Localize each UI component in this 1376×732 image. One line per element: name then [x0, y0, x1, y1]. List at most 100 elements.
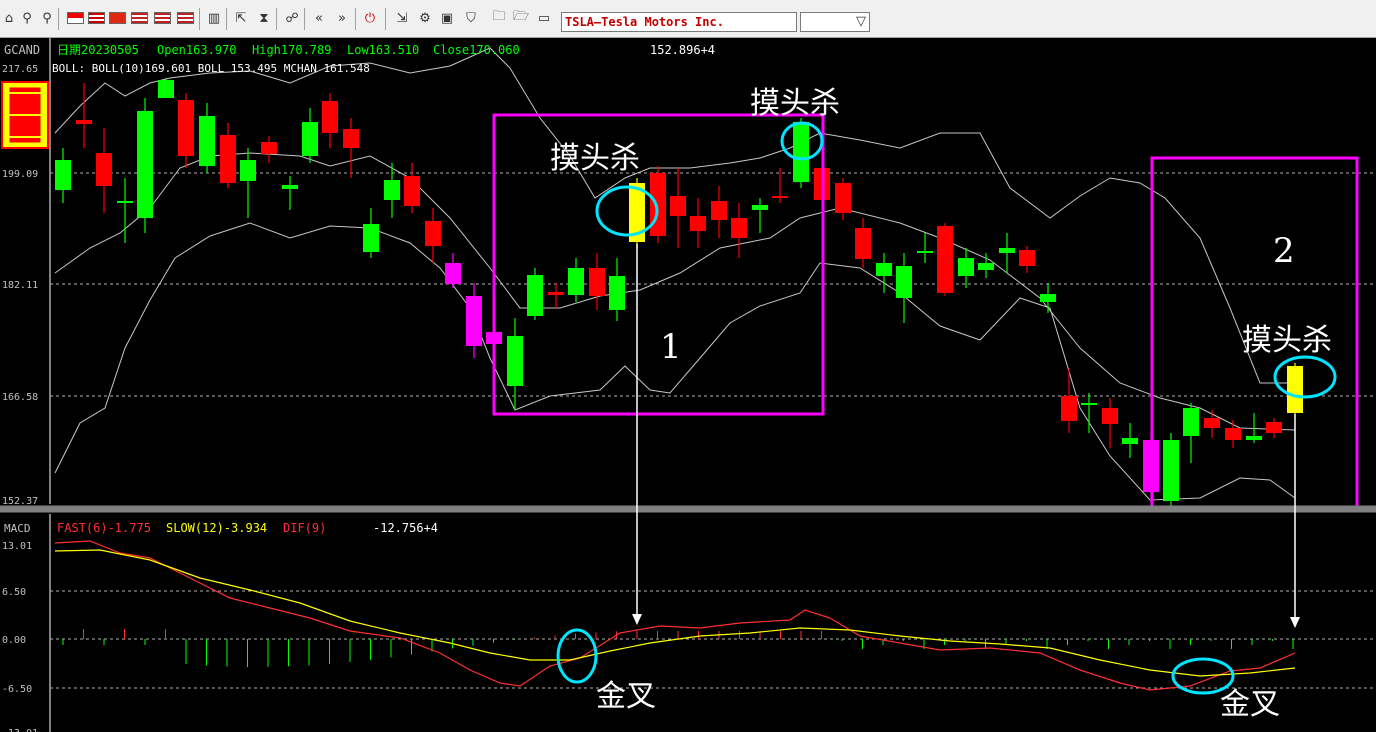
chart-area[interactable]: 217.65 199.09 182.11 166.58 152.37 GCAND 日期2… — [0, 38, 1376, 732]
zoom-out-icon[interactable]: ⚲ — [38, 9, 56, 27]
folder-icon[interactable]: 🗀 — [490, 9, 508, 27]
annotation-box-1 — [492, 113, 825, 416]
candle-body — [1019, 250, 1035, 266]
candle-body — [1266, 422, 1282, 433]
candle-body — [548, 292, 564, 295]
candle-body — [158, 80, 174, 98]
box-1-label: 1 — [660, 327, 682, 367]
hourglass-icon[interactable]: ⧗ — [255, 9, 273, 27]
power-icon[interactable]: ⏻ — [361, 9, 379, 27]
candle-body — [1183, 408, 1199, 436]
touch-kill-label: 摸头杀 — [550, 141, 640, 176]
candle-body — [1204, 418, 1220, 428]
connector-arrows — [632, 244, 1300, 628]
frame-icon[interactable]: ▣ — [438, 9, 456, 27]
tree-icon[interactable]: ☍ — [283, 9, 301, 27]
touch-kill-label: 摸头杀 — [750, 86, 840, 121]
settings-icon[interactable]: ⚙ — [416, 9, 434, 27]
arrow-down-icon — [632, 614, 642, 625]
monitor-icon[interactable]: ▭ — [535, 9, 553, 27]
candle-body — [896, 266, 912, 298]
dif-readout: DIF(9) — [283, 521, 326, 535]
high-readout: High170.789 — [252, 43, 331, 57]
cursor-icon[interactable]: ⇲ — [393, 9, 411, 27]
fast-line — [54, 540, 1296, 691]
candle-body — [282, 185, 298, 189]
candles — [55, 78, 1303, 508]
candle-body — [650, 173, 666, 236]
candle-body — [752, 205, 768, 210]
y-tick-label: 6.50 — [2, 587, 26, 598]
y-tick-label: 182.11 — [2, 280, 38, 291]
bar-chart-icon[interactable]: ▥ — [205, 9, 223, 27]
candle-body — [1287, 366, 1303, 413]
candle-body — [302, 122, 318, 156]
y-tick-label: 152.37 — [2, 496, 38, 507]
step-back-icon[interactable]: « — [310, 9, 328, 27]
toolbar: ⌂ ⚲ ⚲ ▥ ⇱ ⧗ ☍ « » ⏻ ⇲ ⚙ ▣ ⛉ 🗀 🗁 ▭ TSLA—T… — [0, 0, 1376, 38]
candle-body — [1225, 428, 1241, 440]
step-forward-icon[interactable]: » — [333, 9, 351, 27]
y-tick-label: 199.09 — [2, 169, 38, 180]
candle-body — [425, 221, 441, 246]
candle-body — [690, 216, 706, 231]
box-2-label: 2 — [1273, 231, 1295, 271]
candle-body — [96, 153, 112, 186]
flag-us-icon[interactable] — [177, 12, 194, 24]
candle-body — [670, 196, 686, 216]
y-tick-label: -13.01 — [2, 728, 38, 732]
candle-body — [466, 296, 482, 346]
date-readout: 日期20230505 — [57, 43, 139, 57]
y-tick-label: 217.65 — [2, 64, 38, 75]
cursor-readout: 152.896+4 — [650, 43, 715, 57]
home-icon[interactable]: ⌂ — [0, 9, 18, 27]
candle-body — [220, 135, 236, 183]
candle-body — [445, 263, 461, 284]
flag-us-icon[interactable] — [154, 12, 171, 24]
middle-band — [54, 152, 1296, 431]
candle-body — [1040, 294, 1056, 302]
symbol-input[interactable]: TSLA—Tesla Motors Inc. — [561, 12, 797, 32]
y-tick-label: 13.01 — [2, 541, 32, 552]
flag-us-icon[interactable] — [131, 12, 148, 24]
candle-body — [835, 183, 851, 213]
touch-kill-label: 摸头杀 — [1242, 323, 1332, 358]
candle-body — [711, 201, 727, 220]
candle-body — [404, 176, 420, 206]
period-combo[interactable]: ▽ — [800, 12, 870, 32]
export-icon[interactable]: ⇱ — [232, 9, 250, 27]
y-tick-label: 0.00 — [2, 635, 26, 646]
golden-cross-label: 金叉 — [1220, 687, 1280, 722]
candle-body — [958, 258, 974, 276]
macd-panel-name: MACD — [4, 522, 31, 535]
candle-body — [55, 160, 71, 190]
arrow-down-icon — [1290, 617, 1300, 628]
indicator-readout: BOLL: BOLL(10)169.601 BOLL 153.495 MCHAN… — [52, 62, 370, 75]
candle-body — [384, 180, 400, 200]
folder-open-icon[interactable]: 🗁 — [512, 9, 530, 27]
candle-body — [261, 142, 277, 154]
flag-my-icon[interactable] — [88, 12, 105, 24]
low-readout: Low163.510 — [347, 43, 419, 57]
candle-body — [1163, 440, 1179, 501]
y-tick-label: 166.58 — [2, 392, 38, 403]
chevron-down-icon[interactable]: ▽ — [856, 13, 866, 31]
candle-body — [1081, 403, 1097, 405]
price-panel: 217.65 199.09 182.11 166.58 152.37 GCAND 日期2… — [1, 38, 1376, 510]
macd-panel: 13.01 6.50 0.00 -6.50 -13.01 MACD FAST(6)-1.… — [2, 514, 1376, 732]
zoom-in-icon[interactable]: ⚲ — [18, 9, 36, 27]
flag-hk-icon[interactable] — [109, 12, 126, 24]
slow-line — [54, 549, 1296, 677]
candle-body — [1246, 436, 1262, 440]
macd-cursor-readout: -12.756+4 — [373, 521, 438, 535]
candle-body — [322, 101, 338, 133]
candle-body — [937, 226, 953, 293]
y-tick-label: -6.50 — [2, 684, 32, 695]
slow-readout: SLOW(12)-3.934 — [166, 521, 267, 535]
candle-body — [917, 251, 933, 253]
candle-body — [876, 263, 892, 276]
candle-body — [731, 218, 747, 238]
candle-body — [178, 100, 194, 156]
filter-icon[interactable]: ⛉ — [462, 9, 480, 27]
flag-sg-icon[interactable] — [67, 12, 84, 24]
